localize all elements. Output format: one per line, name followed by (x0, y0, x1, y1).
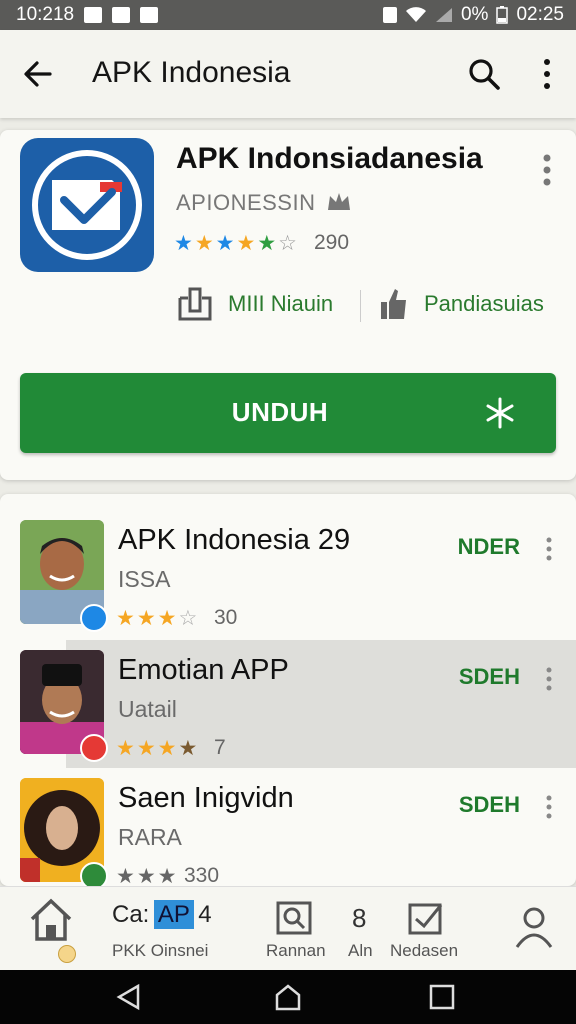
nav-tab-updates[interactable]: Nedasen (390, 901, 470, 965)
app-icon[interactable] (20, 138, 154, 272)
rating-stars: ★ ★ ★ (116, 866, 176, 887)
list-item-subtitle: RARA (118, 824, 182, 850)
list-item-action[interactable]: SDEH (459, 792, 520, 818)
battery-icon (496, 6, 509, 24)
more-vert-icon[interactable] (544, 536, 554, 562)
nav-tab-count[interactable]: 8 Aln (346, 901, 386, 965)
page-title: APK Indonesia (92, 56, 291, 89)
nav-back-icon[interactable] (114, 982, 144, 1012)
star-icon: ★ (136, 865, 156, 888)
list-item[interactable]: Emotian APP Uatail ★ ★ ★ ★ 7 SDEH (0, 640, 576, 768)
star-empty-icon: ☆ (178, 607, 198, 630)
star-icon: ★ (157, 737, 177, 760)
rating-count: 330 (184, 864, 220, 887)
meta-size: MIII Niauin (176, 286, 333, 322)
status-time: 10:218 (16, 4, 75, 25)
gallery-notification-icon (140, 7, 159, 23)
star-icon: ★ (236, 232, 256, 255)
star-icon: ★ (136, 607, 156, 630)
list-item-action[interactable]: NDER (458, 534, 520, 560)
nav-tab-count-number: 8 (352, 903, 367, 933)
rating-count: 7 (214, 736, 226, 759)
meta-right-text: Pandiasuias (424, 291, 544, 316)
list-item-subtitle: Uatail (118, 696, 177, 722)
list-item-subtitle: ISSA (118, 566, 171, 592)
nav-tab-count-label: Aln (348, 941, 373, 960)
nav-tab-apps[interactable]: Ca: AP 4 PKK Oinsnei (112, 900, 222, 965)
nav-tab-apps-highlight: AP (153, 900, 194, 929)
star-half-icon: ★ (178, 737, 198, 760)
app-list: APK Indonesia 29 ISSA ★ ★ ★ ☆ 30 NDER Em… (0, 494, 576, 890)
star-icon: ★ (157, 865, 177, 888)
developer-name[interactable]: APIONESSIN (176, 190, 315, 216)
more-vert-icon[interactable] (538, 56, 556, 92)
home-icon (30, 898, 72, 941)
more-vert-icon[interactable] (544, 794, 554, 820)
vibrate-icon (382, 7, 397, 23)
image-notification-icon (84, 7, 103, 23)
verified-badge-icon (80, 604, 108, 632)
signal-icon (435, 8, 452, 22)
install-button[interactable]: UNDUH (20, 373, 556, 453)
nav-tab-search-label: Rannan (266, 941, 326, 960)
meta-left-text: MIII Niauin (228, 291, 334, 316)
list-item-title: APK Indonesia 29 (118, 524, 351, 556)
meta-divider (360, 290, 361, 322)
rating-count: 290 (314, 231, 350, 254)
app-detail-card: APK Indonsiadanesia APIONESSIN ★ ★ ★ ★ ★… (0, 130, 576, 480)
rating-count: 30 (214, 606, 238, 629)
arrow-back-icon[interactable] (20, 56, 56, 92)
install-button-label: UNDUH (231, 397, 329, 427)
meta-rating: Pandiasuias (378, 286, 544, 322)
star-icon: ★ (116, 865, 135, 888)
star-icon: ★ (174, 232, 193, 255)
system-navigation-bar (0, 970, 576, 1024)
star-icon: ★ (116, 607, 135, 630)
more-vert-icon[interactable] (540, 150, 554, 190)
asterisk-icon (486, 397, 514, 429)
warning-badge-icon (58, 945, 76, 963)
mail-notification-icon (112, 7, 131, 23)
status-clock: 02:25 (516, 4, 564, 25)
rating-stars: ★ ★ ★ ★ (116, 738, 197, 759)
rating-stars: ★ ★ ★ ★ ★ ☆ (174, 233, 297, 254)
nav-tab-apps-number: 4 (198, 901, 212, 928)
star-empty-icon: ☆ (278, 232, 297, 255)
download-app-logo-icon (32, 150, 142, 260)
wifi-icon (405, 7, 426, 22)
star-icon: ★ (157, 607, 177, 630)
list-item-title: Saen Inigvidn (118, 782, 294, 814)
nav-tab-updates-label: Nedasen (390, 941, 459, 960)
star-icon: ★ (257, 232, 277, 255)
checkbox-icon (408, 903, 443, 935)
nav-tab-apps-label: PKK Oinsnei (112, 941, 209, 960)
star-icon: ★ (215, 232, 235, 255)
nav-tab-search[interactable]: Rannan (264, 901, 328, 965)
profile-icon[interactable] (514, 905, 554, 949)
nav-tab-apps-prefix: Ca: (112, 901, 150, 928)
install-box-icon (178, 287, 212, 321)
thumbs-up-icon (381, 289, 406, 319)
search-icon[interactable] (466, 56, 502, 92)
app-bar: APK Indonesia (0, 30, 576, 118)
status-bar: 10:218 0% 02:25 (0, 0, 576, 30)
verified-badge-icon (80, 734, 108, 762)
bottom-navigation: Ca: AP 4 PKK Oinsnei Rannan 8 Aln Nedase… (0, 886, 576, 971)
list-item[interactable]: APK Indonesia 29 ISSA ★ ★ ★ ☆ 30 NDER (0, 510, 576, 638)
list-item-action[interactable]: SDEH (459, 664, 520, 690)
more-vert-icon[interactable] (544, 666, 554, 692)
app-name: APK Indonsiadanesia (176, 142, 483, 175)
nav-recents-icon[interactable] (428, 983, 456, 1011)
star-icon: ★ (136, 737, 156, 760)
list-item[interactable]: Saen Inigvidn RARA ★ ★ ★ 330 SDEH (0, 768, 576, 896)
search-box-icon (276, 901, 312, 935)
star-icon: ★ (194, 232, 214, 255)
battery-percent: 0% (460, 4, 489, 25)
star-icon: ★ (116, 737, 135, 760)
rating-stars: ★ ★ ★ ☆ (116, 608, 197, 629)
list-item-title: Emotian APP (118, 654, 289, 686)
nav-home[interactable] (28, 897, 78, 963)
nav-home-icon[interactable] (273, 982, 303, 1012)
crown-badge-icon (328, 193, 350, 210)
